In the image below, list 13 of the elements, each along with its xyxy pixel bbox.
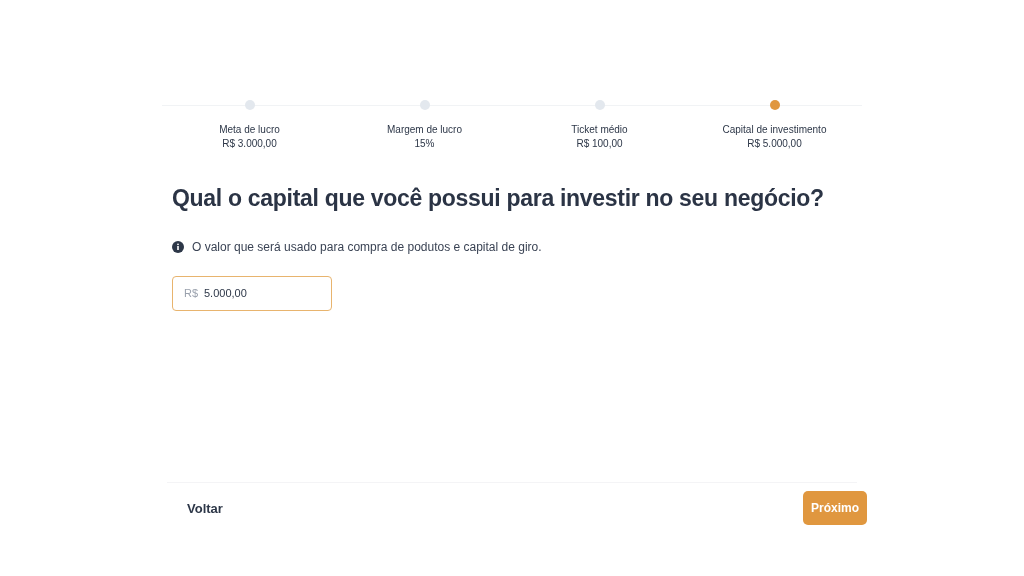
step-value: R$ 100,00 <box>576 137 623 151</box>
step-value: 15% <box>414 137 435 151</box>
info-icon <box>172 240 184 253</box>
question-heading: Qual o capital que você possui para investir no seu negócio? <box>172 184 825 213</box>
currency-prefix: R$ <box>184 285 199 300</box>
back-button[interactable]: Voltar <box>167 490 243 526</box>
step-label: Meta de lucro <box>219 123 280 137</box>
hint-text: O valor que será usado para compra de podutos e capital de giro. <box>192 238 542 256</box>
step-label: Ticket médio <box>571 123 628 137</box>
step-label: Margem de lucro <box>387 123 462 137</box>
step-label: Capital de investimento <box>722 123 827 137</box>
step-value: R$ 3.000,00 <box>222 137 277 151</box>
step-value: R$ 5.000,00 <box>747 137 802 151</box>
